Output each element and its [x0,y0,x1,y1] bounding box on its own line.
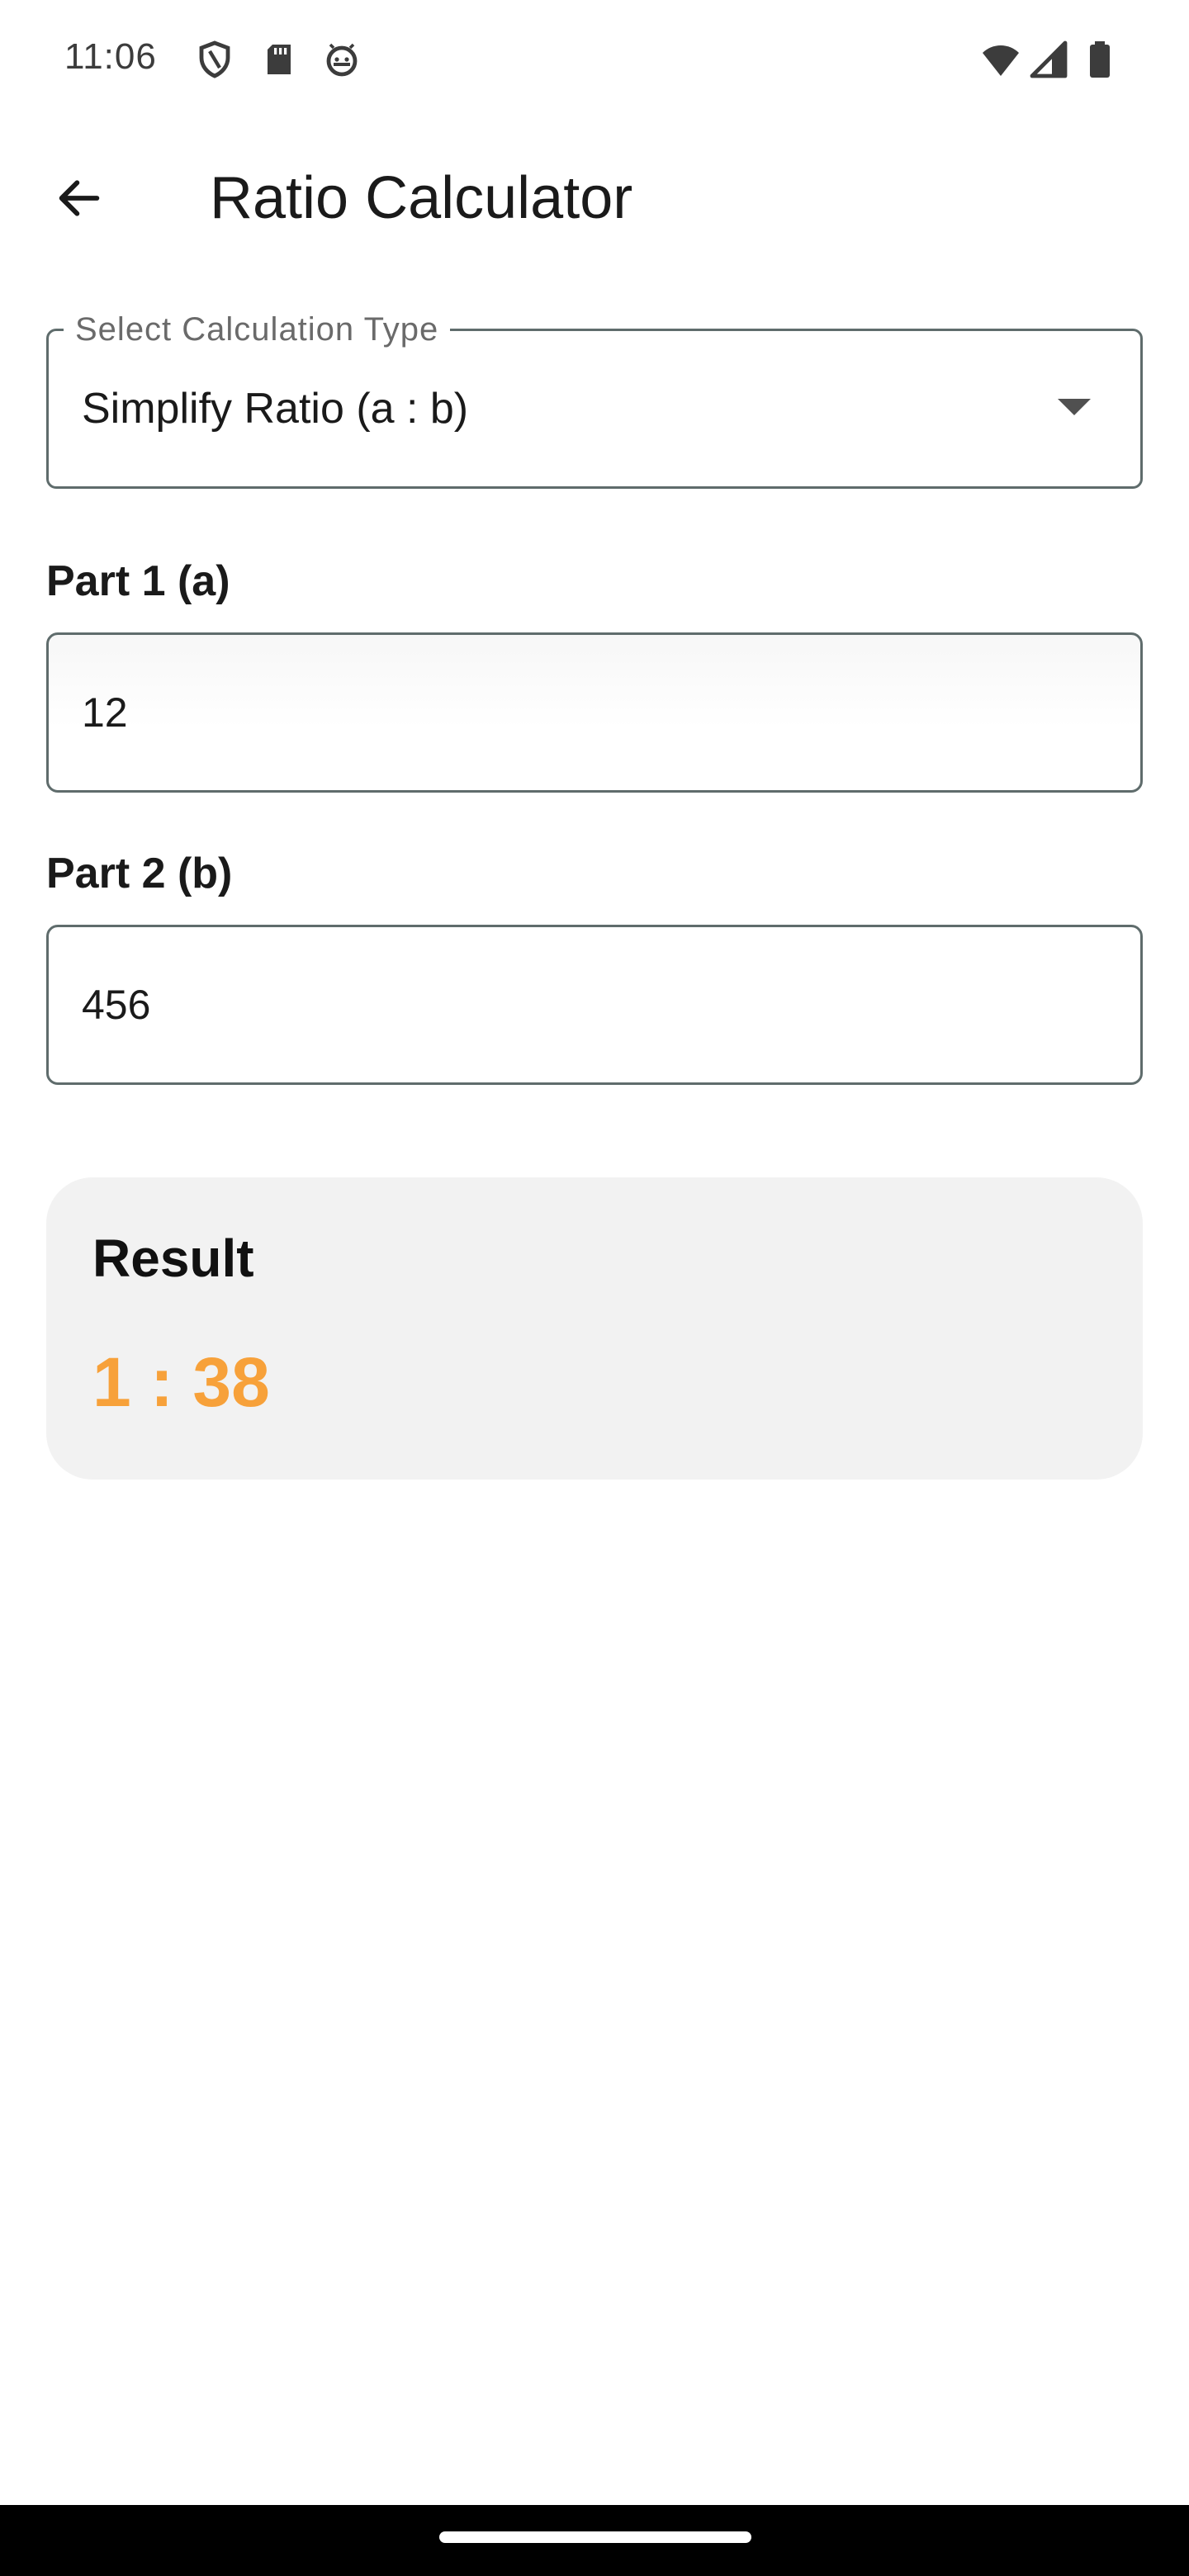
arrow-back-icon [53,172,106,225]
result-card: Result 1 : 38 [46,1177,1143,1480]
home-gesture-handle[interactable] [439,2531,751,2543]
sd-card-icon [259,40,299,79]
navigation-bar [0,2505,1189,2576]
shield-icon [195,40,234,79]
part1-input[interactable] [46,632,1143,793]
status-time: 11:06 [64,36,157,77]
dropdown-caret-icon [1058,399,1091,415]
part1-label: Part 1 (a) [46,557,230,605]
wifi-icon [981,40,1021,79]
app-bar: Ratio Calculator [0,116,1189,281]
status-bar: 11:06 [0,0,1189,116]
android-debug-icon [322,40,362,79]
result-value: 1 : 38 [92,1343,270,1421]
cellular-signal-icon [1029,40,1068,79]
part2-label: Part 2 (b) [46,850,233,897]
calculation-type-label: Select Calculation Type [64,311,451,348]
result-title: Result [92,1229,254,1288]
part2-input[interactable] [46,925,1143,1085]
calculation-type-dropdown[interactable]: Select Calculation Type Simplify Ratio (… [46,311,1143,489]
back-button[interactable] [40,163,119,233]
calculation-type-selected: Simplify Ratio (a : b) [82,385,469,433]
page-title: Ratio Calculator [210,165,633,231]
battery-icon [1080,40,1120,79]
